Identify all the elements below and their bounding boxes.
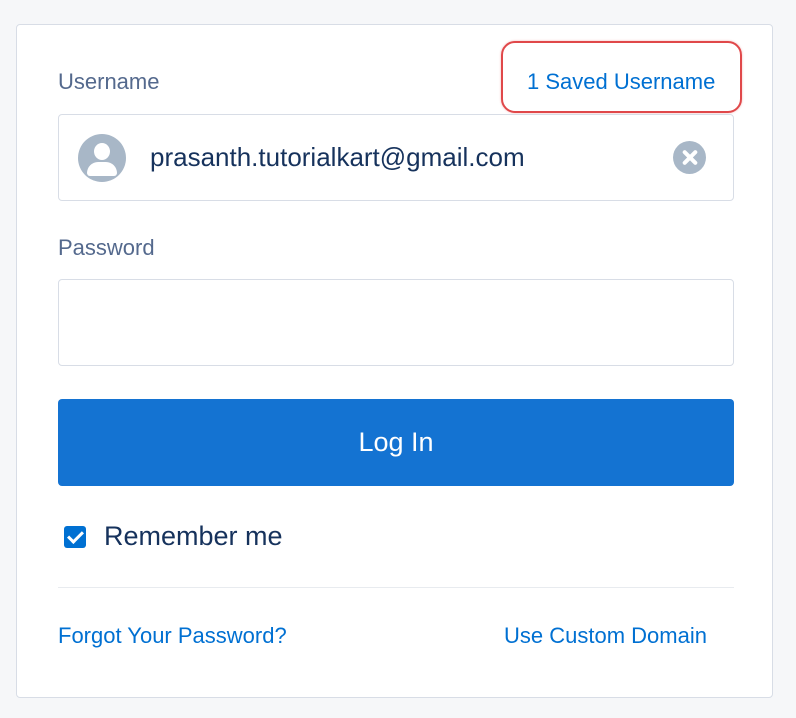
username-value: prasanth.tutorialkart@gmail.com	[150, 142, 525, 172]
divider	[58, 587, 734, 588]
clear-username-icon[interactable]	[673, 141, 706, 174]
login-button[interactable]: Log In	[58, 399, 734, 486]
password-input[interactable]	[59, 280, 733, 365]
username-field[interactable]: prasanth.tutorialkart@gmail.com	[58, 114, 734, 201]
saved-username-link[interactable]: 1 Saved Username	[527, 69, 715, 95]
password-label: Password	[58, 235, 155, 260]
custom-domain-link[interactable]: Use Custom Domain	[504, 623, 707, 649]
login-card: Username 1 Saved Username prasanth.tutor…	[16, 24, 773, 698]
forgot-password-link[interactable]: Forgot Your Password?	[58, 623, 287, 649]
user-avatar-icon	[78, 134, 126, 182]
remember-me-checkbox[interactable]	[64, 526, 86, 548]
username-label: Username	[58, 69, 160, 94]
remember-me-label[interactable]: Remember me	[104, 521, 283, 552]
password-field[interactable]	[58, 279, 734, 366]
